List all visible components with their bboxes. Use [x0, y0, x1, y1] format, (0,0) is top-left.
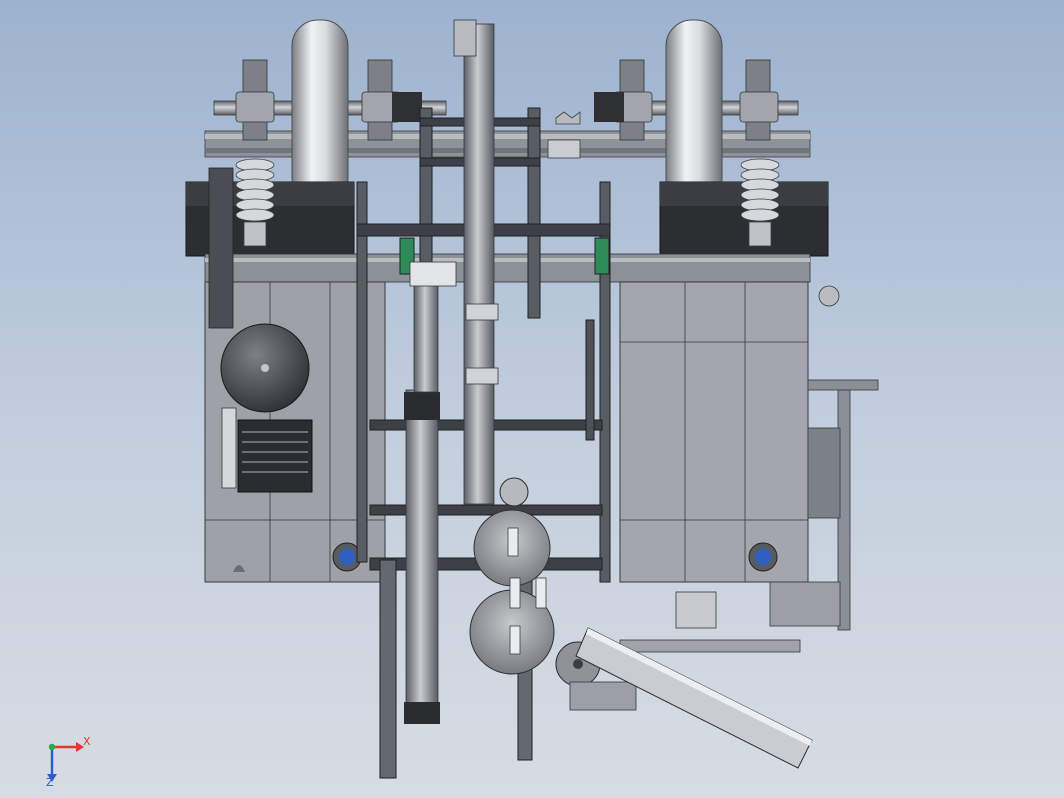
z-axis-label: Z: [46, 776, 54, 789]
x-axis-label: X: [83, 735, 91, 748]
machine-assembly-drawing[interactable]: [0, 0, 1064, 798]
right-housing: [619, 281, 879, 631]
y-axis-origin-icon: [48, 743, 56, 751]
top-roller-assembly: [185, 19, 829, 257]
cad-viewport[interactable]: X Z: [0, 0, 1064, 798]
